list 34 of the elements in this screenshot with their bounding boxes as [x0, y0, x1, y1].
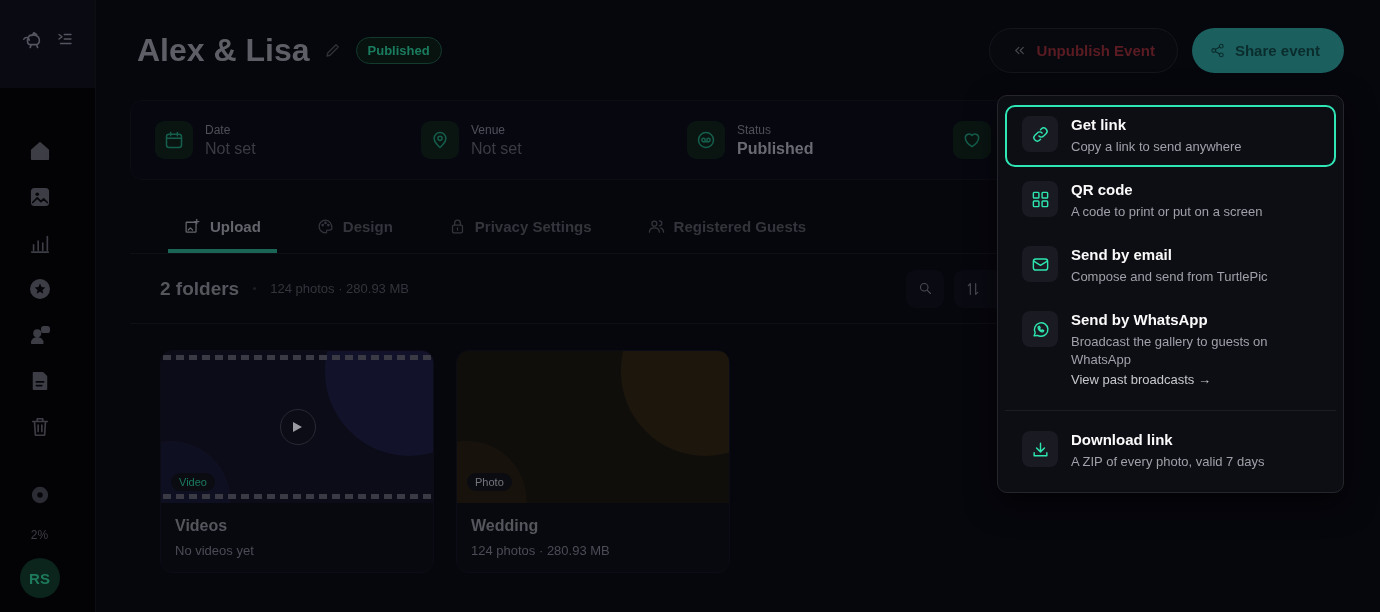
- menu-item[interactable]: Get link Copy a link to send anywhere: [1005, 105, 1336, 167]
- folder-card[interactable]: Photo Wedding 124 photos · 280.93 MB: [456, 350, 730, 573]
- menu-item-title: Download link: [1071, 431, 1174, 448]
- tab[interactable]: Upload: [168, 206, 277, 253]
- info-value: Published: [737, 139, 814, 158]
- menu-item-description: A ZIP of every photo, valid 7 days: [1071, 453, 1266, 471]
- folder-title: Videos: [175, 517, 229, 535]
- info-label: Status: [737, 122, 773, 137]
- menu-item-title: QR code: [1071, 181, 1134, 198]
- folder-title: Wedding: [471, 517, 540, 535]
- media-type-tag: Photo: [467, 473, 512, 491]
- folder-details: No videos yet: [175, 543, 255, 558]
- folder-count: 2 folders: [160, 277, 240, 300]
- menu-item[interactable]: Download link A ZIP of every photo, valid 7 days: [1005, 420, 1336, 482]
- status-badge: Published: [355, 36, 442, 64]
- event-title: Alex & Lisa: [137, 31, 310, 69]
- menu-item-title: Send by email: [1071, 246, 1173, 263]
- menu-item-description: Broadcast the gallery to guests on WhatsApp: [1071, 333, 1269, 369]
- folder-card[interactable]: Video Videos No videos yet: [160, 350, 434, 573]
- view-broadcasts-link[interactable]: View past broadcasts →: [1071, 372, 1211, 387]
- menu-item[interactable]: Send by WhatsApp Broadcast the gallery to guests on WhatsApp View past broadcasts →: [1005, 300, 1336, 399]
- menu-item[interactable]: QR code A code to print or put on a screen: [1005, 170, 1336, 232]
- media-type-tag: Video: [171, 473, 215, 491]
- menu-item-title: Get link: [1071, 116, 1127, 133]
- menu-item-description: A code to print or put on a screen: [1071, 203, 1264, 221]
- folder-details: 124 photos · 280.93 MB: [471, 543, 611, 558]
- menu-item[interactable]: Send by email Compose and send from TurtlePic: [1005, 235, 1336, 297]
- menu-item-title: Send by WhatsApp: [1071, 311, 1209, 328]
- menu-item-description: Copy a link to send anywhere: [1071, 138, 1243, 156]
- menu-item-description: Compose and send from TurtlePic: [1071, 268, 1269, 286]
- user-avatar[interactable]: RS: [19, 558, 60, 598]
- info-label: Venue: [471, 122, 507, 137]
- info-label: Date: [205, 122, 232, 137]
- storage-usage: 2%: [30, 528, 49, 542]
